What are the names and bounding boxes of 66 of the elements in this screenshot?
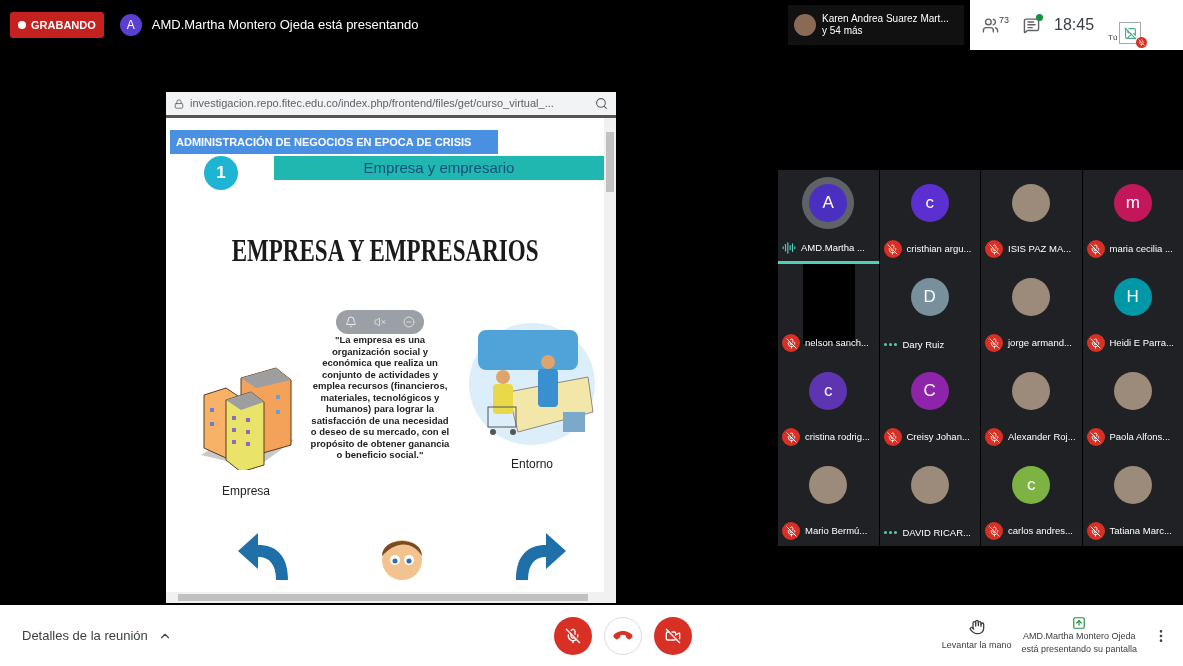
participant-name: Paola Alfons... (1109, 429, 1171, 444)
presenter-status: AMD.Martha Montero Ojeda está presentando (151, 16, 419, 35)
avatar: m (1113, 184, 1152, 222)
chat-button[interactable] (1023, 16, 1040, 34)
slide-title: EMPRESA Y EMPRESARIOS (231, 231, 539, 270)
avatar: c (910, 184, 949, 222)
pinned-participant[interactable]: Karen Andrea Suarez Mart... y 54 más (788, 5, 964, 45)
photo-placeholder (809, 466, 848, 504)
hang-up-button[interactable] (603, 616, 642, 655)
search-icon (595, 97, 608, 110)
participant-name: ISIS PAZ MA... (1008, 241, 1072, 256)
avatar: D (910, 278, 949, 316)
chat-icon (1023, 16, 1040, 34)
left-caption: Empresa (222, 483, 270, 500)
photo-placeholder (1012, 278, 1051, 316)
participant-name: Dary Ruiz (902, 337, 945, 352)
participant-name: Creisy Johan... (906, 429, 970, 444)
photo-placeholder (1113, 466, 1152, 504)
mic-off-icon (564, 627, 581, 644)
presenter-avatar: A (119, 14, 142, 36)
section-number: 1 (204, 156, 238, 190)
quote-text: "La empresa es una organización social y económica que realiza un conjunto de actividades y emplea recursos (financieros, materiales, tecnológicos y humanos) para lograr la satisfacción de una necesidad o deseo de su mercado, con el propósito de obtener ganancia o beneficio social." (310, 334, 450, 461)
right-caption: Entorno (511, 456, 553, 473)
microphone-button[interactable] (553, 616, 592, 655)
participant-name: maria cecilia ... (1109, 241, 1173, 256)
recording-label: GRABANDO (31, 17, 96, 33)
avatar: c (1012, 466, 1051, 504)
clock-time: 18:45 (1054, 15, 1095, 35)
participant-name: Mario Bermú... (805, 523, 868, 538)
hand-icon (968, 618, 985, 635)
present-screen-icon (1072, 615, 1087, 630)
self-label: Tú (1108, 32, 1118, 44)
participant-name: cristina rodrig... (805, 429, 870, 444)
participant-name: cristhian argu... (906, 241, 972, 256)
more-participants: y 54 más (822, 25, 864, 37)
section-bar: Empresa y empresario (274, 156, 604, 180)
camera-button[interactable] (653, 616, 692, 655)
participant-name: Tatiana Marc... (1109, 523, 1172, 538)
avatar: c (809, 372, 848, 410)
presenting-button[interactable]: AMD.Martha Montero Ojeda está presentando su pantalla (1021, 615, 1137, 656)
pinned-name: Karen Andrea Suarez Mart... (822, 13, 949, 25)
presenter-name: AMD.Martha Montero Ojeda (1022, 629, 1136, 643)
meeting-details-button[interactable]: Detalles de la reunión (22, 625, 172, 646)
participant-name: AMD.Martha ... (801, 240, 865, 255)
presenting-status: está presentando su pantalla (1021, 642, 1137, 656)
photo-placeholder (910, 466, 949, 504)
participant-name: Heidi E Parra... (1109, 335, 1174, 350)
participant-name: DAVID RICAR... (902, 525, 971, 540)
participants-button[interactable]: 73 (982, 16, 1009, 34)
raise-hand-button[interactable]: Levantar la mano (941, 618, 1012, 653)
camera-off-icon (664, 627, 681, 644)
avatar: H (1113, 278, 1152, 316)
avatar: C (910, 372, 949, 410)
photo-placeholder (1113, 372, 1152, 410)
participant-name: nelson sanch... (805, 335, 869, 350)
participant-name: jorge armand... (1008, 335, 1072, 350)
photo-placeholder (794, 14, 816, 36)
lock-icon (174, 98, 184, 109)
slide-header: ADMINISTRACIÓN DE NEGOCIOS EN EPOCA DE CRISIS (170, 130, 498, 154)
photo-placeholder (1012, 184, 1051, 222)
people-icon (982, 16, 999, 34)
avatar: A (809, 184, 848, 222)
photo-placeholder (1012, 372, 1051, 410)
participant-name: carlos andres... (1008, 523, 1073, 538)
participant-name: Alexander Roj... (1008, 429, 1076, 444)
participants-count: 73 (999, 13, 1009, 27)
